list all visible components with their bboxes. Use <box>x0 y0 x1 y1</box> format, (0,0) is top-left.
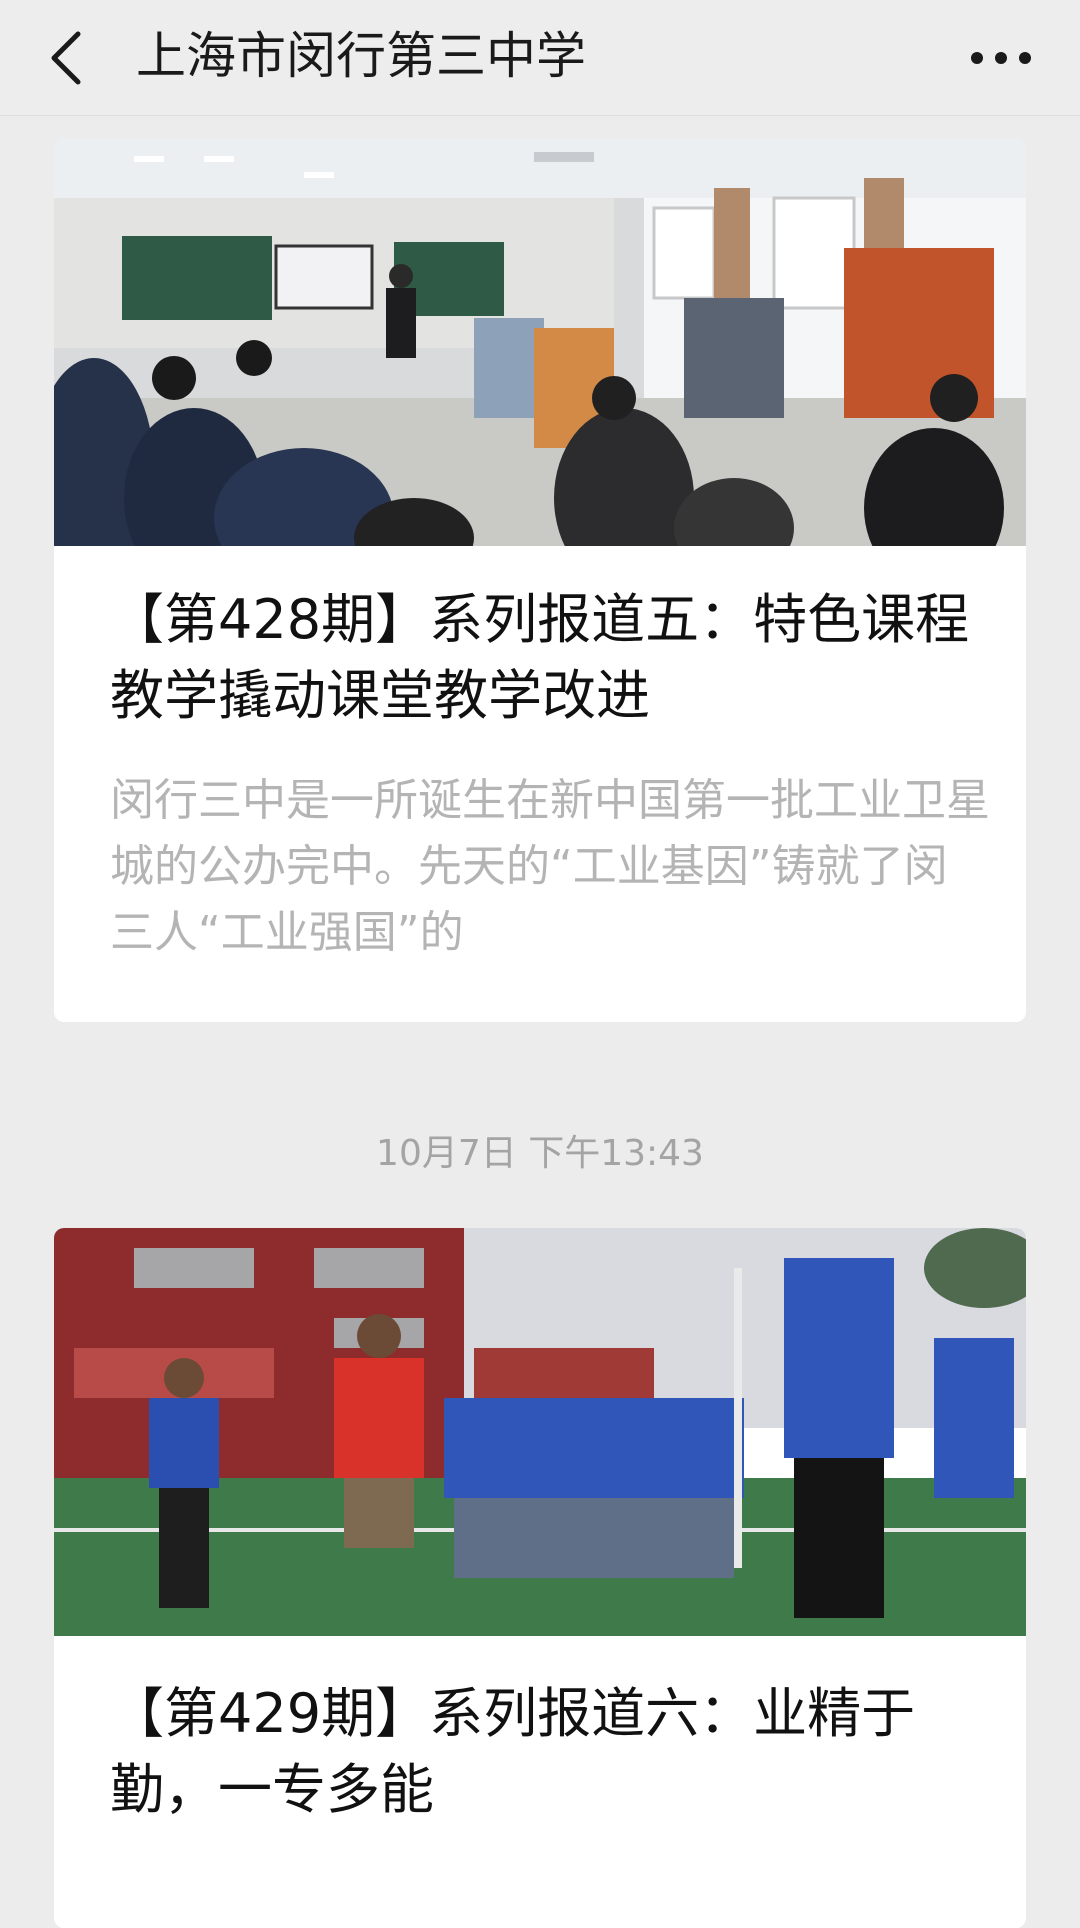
timestamp: 10月7日 下午13:43 <box>376 1133 704 1174</box>
more-dots-icon[interactable] <box>968 44 1034 72</box>
article-title[interactable]: 【第428期】系列报道五：特色课程教学撬动课堂教学改进 <box>110 582 990 734</box>
sports-field-photo <box>54 1228 1026 1636</box>
article-card[interactable]: 【第429期】系列报道六：业精于勤，一专多能 <box>54 1228 1026 1928</box>
article-card[interactable]: 【第428期】系列报道五：特色课程教学撬动课堂教学改进 闵行三中是一所诞生在新中… <box>54 138 1026 1022</box>
classroom-photo <box>54 138 1026 546</box>
page-title: 上海市闵行第三中学 <box>136 27 586 85</box>
top-nav-bar: 上海市闵行第三中学 <box>0 0 1080 116</box>
article-summary: 闵行三中是一所诞生在新中国第一批工业卫星城的公办完中。先天的“工业基因”铸就了闵… <box>110 775 990 958</box>
article-title[interactable]: 【第429期】系列报道六：业精于勤，一专多能 <box>110 1676 990 1828</box>
back-chevron-icon[interactable] <box>46 30 86 86</box>
